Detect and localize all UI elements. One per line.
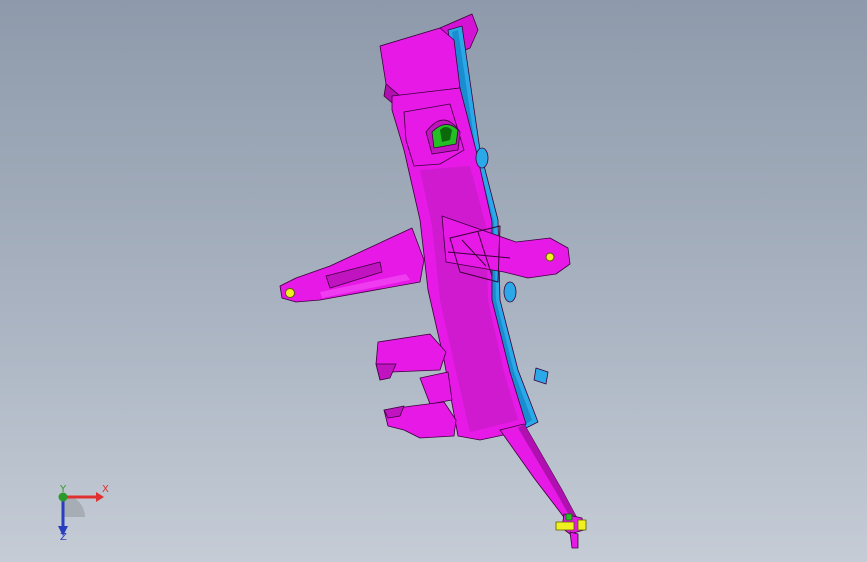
- tail-clip-foot: [569, 531, 579, 549]
- y-axis-label: Y: [60, 484, 67, 495]
- tail-clip-yellow: [555, 521, 575, 531]
- tail-clip-green: [565, 513, 573, 521]
- lower-bracket-step: [375, 363, 397, 381]
- lower-bracket-mid: [419, 371, 453, 405]
- tail: [499, 423, 579, 529]
- flange-bump-2: [503, 281, 517, 303]
- tail-edge: [518, 424, 578, 524]
- blue-fin: [533, 367, 549, 385]
- graphics-viewport[interactable]: X Y Z: [0, 0, 867, 562]
- axis-triad: X Y Z: [40, 480, 120, 550]
- flange-bump-1: [475, 147, 489, 169]
- z-axis-label: Z: [60, 532, 67, 543]
- top-block: [379, 27, 461, 97]
- x-axis-label: X: [102, 484, 109, 495]
- cad-model[interactable]: [0, 0, 867, 562]
- right-arm-hole: [545, 252, 555, 262]
- tail-clip-yellow-2: [577, 519, 587, 531]
- lower-bracket-lower: [383, 401, 457, 439]
- left-arm-hole: [285, 288, 295, 298]
